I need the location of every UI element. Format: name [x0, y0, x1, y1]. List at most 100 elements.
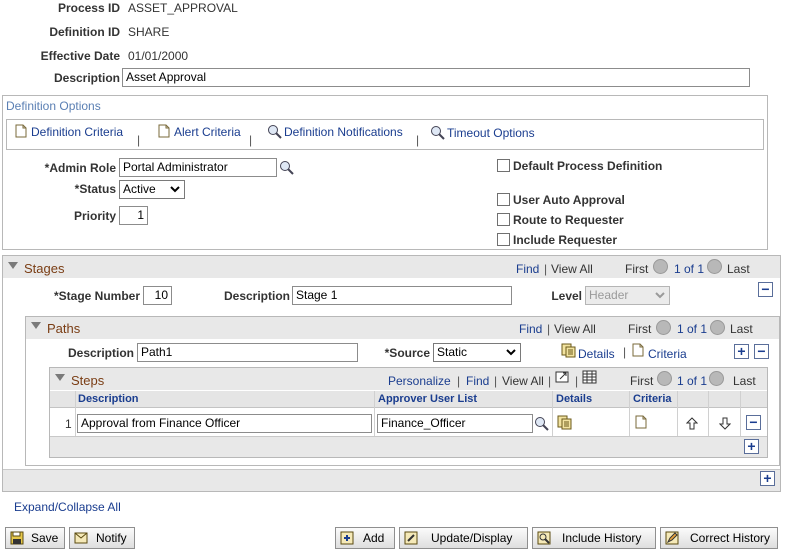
user-auto-approval-checkbox[interactable]: [497, 193, 510, 206]
save-button[interactable]: Save: [5, 527, 65, 549]
column-header-details[interactable]: Details: [556, 391, 592, 407]
description-input[interactable]: Asset Approval: [122, 68, 750, 87]
row-number: 1: [65, 417, 72, 431]
details-icon[interactable]: [557, 415, 573, 430]
table-row: 1 Approval from Finance Officer Finance_…: [50, 409, 767, 436]
definition-criteria-link[interactable]: Definition Criteria: [31, 125, 123, 139]
document-icon: [158, 124, 170, 138]
include-history-button[interactable]: Include History: [532, 527, 656, 549]
notify-button[interactable]: Notify: [69, 527, 135, 549]
chevron-down-icon: [170, 186, 180, 193]
delete-step-button[interactable]: −: [746, 414, 761, 430]
paths-find-link[interactable]: Find: [519, 322, 542, 336]
route-to-requester-label: Route to Requester: [513, 213, 624, 227]
lookup-icon[interactable]: [279, 160, 295, 175]
column-header-criteria[interactable]: Criteria: [633, 391, 672, 407]
chevron-down-icon: [655, 292, 665, 299]
spreadsheet-icon[interactable]: [582, 370, 597, 384]
next-arrow-icon[interactable]: [709, 371, 724, 386]
steps-column-header: Description Approver User List Details C…: [50, 391, 767, 408]
include-requester-checkbox[interactable]: [497, 233, 510, 246]
previous-arrow-icon[interactable]: [653, 259, 668, 274]
include-requester-label: Include Requester: [513, 233, 618, 247]
add-stage-button[interactable]: +: [760, 470, 775, 486]
expand-collapse-all-link[interactable]: Expand/Collapse All: [14, 500, 121, 514]
alert-criteria-link[interactable]: Alert Criteria: [174, 125, 241, 139]
definition-notifications-link[interactable]: Definition Notifications: [284, 125, 403, 139]
include-history-label: Include History: [562, 531, 642, 545]
path-description-label: Description: [67, 346, 134, 360]
collapse-triangle-icon[interactable]: [55, 374, 65, 381]
status-select[interactable]: Active: [119, 180, 185, 199]
delete-stage-button[interactable]: −: [758, 281, 773, 297]
previous-arrow-icon[interactable]: [657, 371, 672, 386]
magnifier-icon: [268, 125, 282, 139]
add-icon: [340, 531, 354, 545]
admin-role-label: *Admin Role: [44, 161, 116, 175]
effective-date-label: Effective Date: [40, 49, 120, 63]
steps-find-link[interactable]: Find: [466, 374, 489, 388]
add-path-button[interactable]: +: [734, 343, 749, 359]
path-criteria-link[interactable]: Criteria: [648, 347, 687, 361]
stage-description-input[interactable]: Stage 1: [292, 286, 512, 305]
separator: |: [575, 374, 579, 388]
separator: |: [623, 345, 627, 359]
previous-arrow-icon[interactable]: [656, 320, 671, 335]
column-header-description[interactable]: Description: [78, 391, 139, 407]
add-step-button[interactable]: +: [744, 438, 759, 454]
priority-label: Priority: [73, 209, 116, 223]
arrow-down-icon[interactable]: [719, 417, 731, 430]
timeout-options-link[interactable]: Timeout Options: [447, 126, 535, 140]
level-select: Header: [585, 286, 670, 305]
paths-title: Paths: [47, 321, 81, 336]
collapse-triangle-icon[interactable]: [31, 322, 41, 329]
delete-path-button[interactable]: −: [754, 343, 769, 359]
new-window-icon[interactable]: [555, 370, 570, 384]
steps-footer: [50, 436, 767, 457]
definition-options-title: Definition Options: [6, 99, 101, 113]
admin-role-input[interactable]: Portal Administrator: [119, 158, 277, 177]
stage-number-label: *Stage Number: [53, 289, 140, 303]
save-label: Save: [31, 531, 59, 545]
arrow-up-icon[interactable]: [686, 417, 698, 430]
approver-user-list-input[interactable]: Finance_Officer: [377, 414, 533, 433]
path-description-input[interactable]: Path1: [137, 343, 358, 362]
separator: |: [548, 374, 552, 388]
details-icon: [561, 343, 576, 358]
include-history-icon: [537, 531, 551, 545]
separator: |: [494, 374, 498, 388]
next-arrow-icon[interactable]: [710, 320, 725, 335]
paths-last-label: Last: [730, 322, 753, 336]
source-value: Static: [437, 345, 468, 359]
correct-history-label: Correct History: [690, 531, 771, 545]
source-select[interactable]: Static: [433, 343, 521, 362]
stage-number-input[interactable]: 10: [143, 286, 172, 305]
update-display-button[interactable]: Update/Display: [399, 527, 528, 549]
update-display-icon: [404, 531, 418, 545]
document-icon[interactable]: [635, 415, 647, 429]
route-to-requester-checkbox[interactable]: [497, 213, 510, 226]
correct-history-icon: [665, 531, 679, 545]
step-description-input[interactable]: Approval from Finance Officer: [77, 414, 372, 433]
next-arrow-icon[interactable]: [707, 259, 722, 274]
update-display-label: Update/Display: [431, 531, 513, 545]
add-button[interactable]: Add: [335, 527, 395, 549]
stages-find-link[interactable]: Find: [516, 262, 539, 276]
chevron-down-icon: [506, 349, 516, 356]
stages-last-label: Last: [727, 262, 750, 276]
stages-title: Stages: [24, 261, 65, 276]
personalize-link[interactable]: Personalize: [388, 374, 451, 388]
correct-history-button[interactable]: Correct History: [660, 527, 778, 549]
separator: |: [249, 133, 253, 147]
path-details-link[interactable]: Details: [578, 347, 615, 361]
priority-input[interactable]: 1: [119, 206, 148, 225]
stages-view-all-link[interactable]: View All: [551, 262, 593, 276]
lookup-icon[interactable]: [534, 416, 550, 431]
definition-id-label: Definition ID: [49, 25, 120, 39]
paths-view-all-link[interactable]: View All: [554, 322, 596, 336]
default-process-checkbox[interactable]: [497, 159, 510, 172]
collapse-triangle-icon[interactable]: [8, 262, 18, 269]
column-header-approver[interactable]: Approver User List: [378, 391, 477, 407]
steps-title: Steps: [71, 373, 105, 388]
steps-view-all-link[interactable]: View All: [502, 374, 544, 388]
